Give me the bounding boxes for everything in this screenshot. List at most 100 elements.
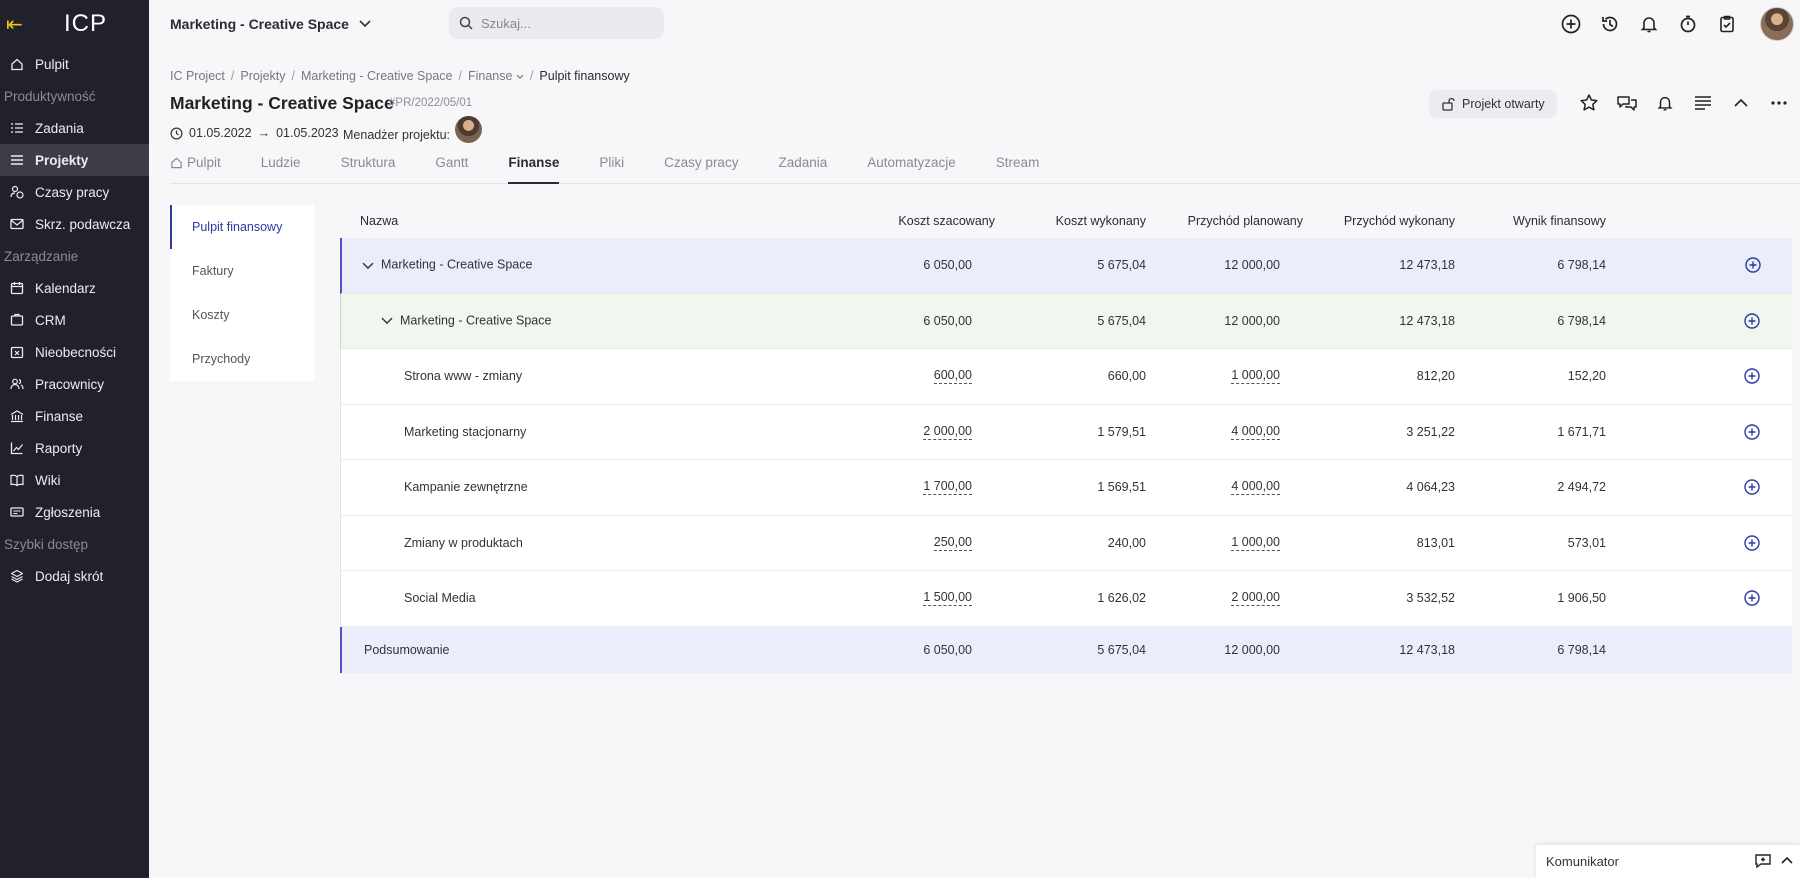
sidebar-item-raporty[interactable]: Raporty [0,432,149,464]
column-header[interactable]: Wynik finansowy [1513,214,1606,228]
manager-avatar[interactable] [455,116,483,143]
estimated-cost[interactable]: 600,00 [933,368,972,385]
estimated-cost[interactable]: 2 000,00 [923,424,972,440]
breadcrumb-item[interactable]: Projekty [240,69,285,83]
row-name[interactable]: Marketing stacjonarny [404,425,526,439]
comments-icon[interactable] [1608,88,1646,118]
add-shortcut-icon [8,569,26,583]
sidebar-item-pracownicy[interactable]: Pracownicy [0,368,149,400]
column-header[interactable]: Koszt wykonany [1056,214,1146,228]
sidebar-item-zgłoszenia[interactable]: Zgłoszenia [0,496,149,528]
add-circle-icon[interactable] [1744,590,1760,606]
planned-income[interactable]: 1 000,00 [1231,535,1280,551]
sidebar-item-finanse[interactable]: Finanse [0,400,149,432]
tab-struktura[interactable]: Struktura [341,146,396,184]
estimated-cost[interactable]: 250,00 [933,535,972,551]
breadcrumb-item[interactable]: IC Project [170,69,225,83]
collapse-sidebar-icon[interactable]: ⇤ [6,12,28,37]
tab-automatyzacje[interactable]: Automatyzacje [867,146,956,184]
notification-bell-icon[interactable] [1629,14,1668,34]
table-row[interactable]: Marketing stacjonarny 2 000,00 1 579,51 4 0… [340,404,1792,460]
add-circle-icon[interactable] [1744,368,1760,384]
app-logo[interactable]: ICP [64,10,107,38]
add-circle-icon[interactable] [1744,535,1760,551]
planned-income[interactable]: 1 000,00 [1231,368,1280,385]
planned-income[interactable]: 4 000,00 [1231,424,1280,440]
breadcrumb-item[interactable]: Marketing - Creative Space [301,69,452,83]
details-list-icon[interactable] [1684,88,1722,118]
projects-icon [8,153,26,167]
tab-czasy-pracy[interactable]: Czasy pracy [664,146,738,184]
messenger-bar[interactable]: Komunikator [1536,845,1800,878]
submenu-item[interactable]: Pulpit finansowy [170,205,314,249]
column-header[interactable]: Koszt szacowany [898,214,995,228]
estimated-cost[interactable]: 1 500,00 [923,590,972,607]
tab-ludzie[interactable]: Ludzie [261,146,301,184]
row-name[interactable]: Social Media [404,591,476,605]
chevron-down-icon [516,74,524,79]
add-circle-icon[interactable] [1744,313,1760,329]
search-box[interactable] [449,7,664,39]
sidebar-item-nieobecności[interactable]: Nieobecności [0,336,149,368]
table-row[interactable]: Strona www - zmiany 600,00 660,00 1 000,00 8… [340,349,1792,405]
project-switcher[interactable]: Marketing - Creative Space [170,16,371,32]
table-row[interactable]: Marketing - Creative Space 6 050,00 5 675,… [340,238,1792,294]
user-avatar[interactable] [1760,7,1794,41]
chevron-up-icon[interactable] [1722,88,1760,118]
chevron-up-icon[interactable] [1780,853,1794,869]
sidebar-item-kalendarz[interactable]: Kalendarz [0,272,149,304]
planned-income[interactable]: 2 000,00 [1231,590,1280,607]
sidebar-item-pulpit[interactable]: Pulpit [0,48,149,80]
new-message-icon[interactable] [1754,853,1772,869]
history-icon[interactable] [1590,14,1629,34]
clipboard-check-icon[interactable] [1707,14,1746,34]
tab-stream[interactable]: Stream [996,146,1040,184]
star-icon[interactable] [1570,88,1608,118]
column-header[interactable]: Przychód wykonany [1344,214,1455,228]
table-row[interactable]: Social Media 1 500,00 1 626,02 2 000,00 3 53… [340,571,1792,627]
tab-pliki[interactable]: Pliki [599,146,624,184]
sidebar-item-crm[interactable]: CRM [0,304,149,336]
sidebar-item-skrz-podawcza[interactable]: Skrz. podawcza [0,208,149,240]
row-name[interactable]: Zmiany w produktach [404,536,523,550]
tab-gantt[interactable]: Gantt [435,146,468,184]
sidebar-item-wiki[interactable]: Wiki [0,464,149,496]
planned-income: 12 000,00 [1224,258,1280,273]
table-row[interactable]: Kampanie zewnętrzne 1 700,00 1 569,51 4 000… [340,460,1792,516]
add-circle-icon[interactable] [1551,14,1590,34]
add-circle-icon[interactable] [1744,479,1760,495]
breadcrumb-item-dropdown[interactable]: Finanse [468,69,524,83]
add-circle-icon[interactable] [1745,257,1761,273]
sidebar-item-label: Wiki [35,472,61,488]
row-name[interactable]: Strona www - zmiany [404,369,522,383]
add-circle-icon[interactable] [1744,424,1760,440]
column-header[interactable]: Nazwa [360,214,398,228]
notification-bell-icon[interactable] [1646,88,1684,118]
stopwatch-icon[interactable] [1668,14,1707,34]
submenu-item[interactable]: Przychody [170,337,314,381]
more-options-icon[interactable] [1760,88,1798,118]
table-row[interactable]: Marketing - Creative Space 6 050,00 5 675,… [340,293,1792,349]
project-manager: Menadżer projektu: [343,116,483,143]
sidebar-header: ⇤ ICP [0,0,149,48]
project-status-button[interactable]: Projekt otwarty [1429,90,1557,118]
actual-income: 3 251,22 [1406,424,1455,439]
column-header[interactable]: Przychód planowany [1188,214,1303,228]
sidebar-item-dodaj-skrót[interactable]: Dodaj skrót [0,560,149,592]
submenu-item[interactable]: Faktury [170,249,314,293]
search-input[interactable] [481,15,641,31]
submenu-item[interactable]: Koszty [170,293,314,337]
sidebar-item-czasy-pracy[interactable]: Czasy pracy [0,176,149,208]
breadcrumb-current: Pulpit finansowy [539,69,630,83]
tab-pulpit[interactable]: Pulpit [170,146,221,184]
sidebar-item-zadania[interactable]: Zadania [0,112,149,144]
estimated-cost[interactable]: 1 700,00 [923,479,972,496]
tab-zadania[interactable]: Zadania [778,146,827,184]
chevron-down-icon[interactable] [362,259,374,273]
sidebar-item-projekty[interactable]: Projekty [0,144,149,176]
row-name[interactable]: Kampanie zewnętrzne [404,480,528,494]
planned-income[interactable]: 4 000,00 [1231,479,1280,496]
tab-finanse[interactable]: Finanse [508,146,560,184]
table-row[interactable]: Zmiany w produktach 250,00 240,00 1 000,00 8… [340,515,1792,571]
chevron-down-icon[interactable] [381,314,393,328]
